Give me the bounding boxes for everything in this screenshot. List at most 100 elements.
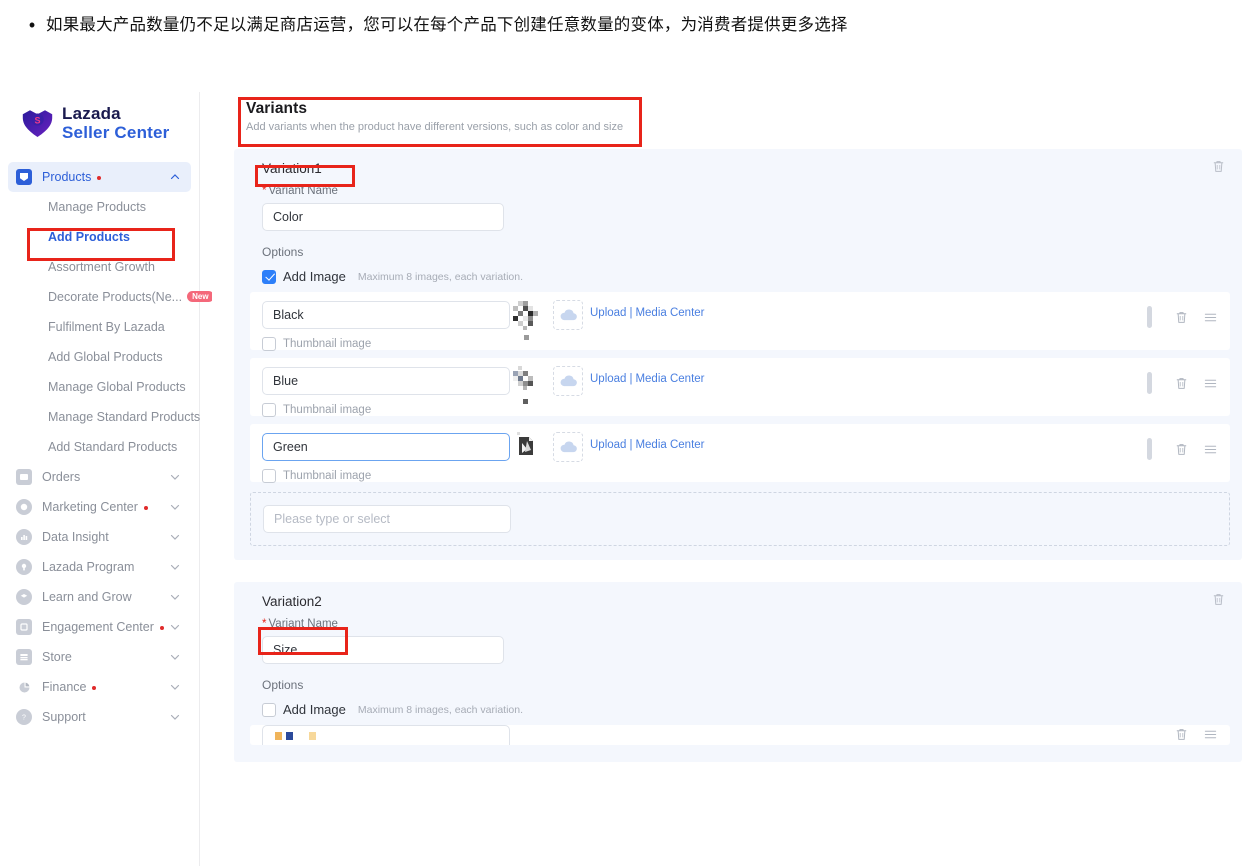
sidebar-item-assortment-growth[interactable]: Assortment Growth: [0, 252, 199, 282]
broken-image-thumbnail-black: [510, 298, 546, 344]
page-subtitle: Add variants when the product have diffe…: [246, 121, 624, 133]
svg-text:S: S: [34, 115, 40, 125]
finance-red-dot: [92, 685, 97, 690]
chevron-down-icon: [169, 501, 181, 513]
drag-handle-blue[interactable]: [1203, 376, 1218, 391]
upload-link-blue[interactable]: Upload: [590, 373, 626, 385]
row-scrollbar-green[interactable]: [1147, 438, 1152, 460]
page-title: Variants: [246, 100, 308, 117]
delete-option-button-partial[interactable]: [1174, 727, 1189, 742]
chevron-up-icon: [169, 171, 181, 183]
thumbnail-image-checkbox-green[interactable]: [262, 469, 276, 483]
row-scrollbar-blue[interactable]: [1147, 372, 1152, 394]
sidebar-item-add-products[interactable]: Add Products: [0, 222, 199, 252]
sidebar-item-add-standard-products[interactable]: Add Standard Products: [0, 432, 199, 462]
variation-2-add-image-label: Add Image: [283, 702, 346, 717]
variation-2-add-image-row: Add Image Maximum 8 images, each variati…: [234, 702, 1242, 717]
sidebar-group-finance[interactable]: Finance: [8, 672, 191, 702]
instruction-note: • 如果最大产品数量仍不足以满足商店运营，您可以在每个产品下创建任意数量的变体，…: [0, 0, 1260, 40]
sidebar-group-products[interactable]: Products: [8, 162, 191, 193]
media-center-link-green[interactable]: Media Center: [635, 439, 704, 451]
sidebar-group-engagement-center-label: Engagement Center: [42, 620, 154, 635]
marketing-icon: [16, 499, 32, 516]
delete-option-button-green[interactable]: [1174, 442, 1189, 457]
sidebar-group-marketing-center[interactable]: Marketing Center: [8, 492, 191, 522]
variation-2-option-row-partial: [250, 725, 1230, 745]
delete-option-button-blue[interactable]: [1174, 376, 1189, 391]
engagement-icon: [16, 619, 32, 636]
program-icon: [16, 559, 32, 576]
sidebar-item-manage-global-products[interactable]: Manage Global Products: [0, 372, 199, 402]
media-center-link-black[interactable]: Media Center: [635, 307, 704, 319]
learn-icon: [16, 589, 32, 606]
option-value-input-green[interactable]: [262, 433, 510, 461]
delete-variation-2-button[interactable]: [1211, 592, 1226, 607]
marketing-red-dot: [143, 505, 148, 510]
sidebar-group-orders[interactable]: Orders: [8, 462, 191, 492]
sidebar-group-data-insight-label: Data Insight: [42, 530, 109, 545]
brand-line-2: Seller Center: [62, 123, 170, 143]
variation-1-add-image-label: Add Image: [283, 269, 346, 284]
chevron-down-icon: [169, 471, 181, 483]
chevron-down-icon: [169, 591, 181, 603]
variation-1-add-image-row: Add Image Maximum 8 images, each variati…: [234, 269, 1242, 284]
note-text: 如果最大产品数量仍不足以满足商店运营，您可以在每个产品下创建任意数量的变体，为消…: [46, 16, 848, 34]
variation-1-variant-name-input[interactable]: [262, 203, 504, 231]
variation-2-variant-name-label: * Variant Name: [262, 618, 338, 630]
upload-link-black[interactable]: Upload: [590, 307, 626, 319]
drag-handle-black[interactable]: [1203, 310, 1218, 325]
sidebar-group-engagement-center[interactable]: Engagement Center: [8, 612, 191, 642]
thumbnail-image-label-green: Thumbnail image: [283, 470, 372, 482]
seller-center-app: S Lazada Seller Center Products Manage P…: [0, 92, 1260, 866]
media-links-green: Upload | Media Center: [590, 439, 705, 451]
chevron-down-icon: [169, 711, 181, 723]
sidebar-group-store[interactable]: Store: [8, 642, 191, 672]
variation-1-add-option-row[interactable]: [250, 492, 1230, 546]
delete-variation-1-button[interactable]: [1211, 159, 1226, 174]
sidebar-item-fulfilment-by-lazada[interactable]: Fulfilment By Lazada: [0, 312, 199, 342]
upload-cloud-button-black[interactable]: [553, 300, 583, 330]
sidebar-item-add-global-products[interactable]: Add Global Products: [0, 342, 199, 372]
upload-link-green[interactable]: Upload: [590, 439, 626, 451]
swatch-blue: [286, 732, 293, 740]
variation-2-add-image-checkbox[interactable]: [262, 702, 276, 717]
option-value-input-black[interactable]: [262, 301, 510, 329]
chevron-down-icon: [169, 561, 181, 573]
sidebar-group-lazada-program[interactable]: Lazada Program: [8, 552, 191, 582]
sidebar-group-support-label: Support: [42, 710, 86, 725]
option-value-input-blue[interactable]: [262, 367, 510, 395]
media-links-black: Upload | Media Center: [590, 307, 705, 319]
drag-handle-green[interactable]: [1203, 442, 1218, 457]
support-icon: ?: [16, 709, 32, 726]
add-option-input[interactable]: [263, 505, 511, 533]
thumbnail-image-checkbox-black[interactable]: [262, 337, 276, 351]
variation-2-variant-name-input[interactable]: [262, 636, 504, 664]
required-asterisk: *: [262, 185, 267, 197]
sidebar-group-orders-label: Orders: [42, 470, 81, 485]
brand-line-1: Lazada: [62, 104, 121, 123]
sidebar-item-decorate-products[interactable]: Decorate Products(Ne... New: [0, 282, 214, 312]
store-icon: [16, 649, 32, 666]
row-scrollbar-black[interactable]: [1147, 306, 1152, 328]
variation-2-title: Variation2: [262, 594, 322, 609]
delete-option-button-black[interactable]: [1174, 310, 1189, 325]
products-red-dot: [97, 175, 102, 180]
sidebar-group-data-insight[interactable]: Data Insight: [8, 522, 191, 552]
thumbnail-image-label-blue: Thumbnail image: [283, 404, 372, 416]
sidebar-item-manage-standard-products[interactable]: Manage Standard Products: [0, 402, 200, 432]
variation-1-add-image-checkbox[interactable]: [262, 269, 276, 284]
broken-image-thumbnail-blue: [510, 364, 546, 410]
sidebar-group-support[interactable]: ? Support: [8, 702, 191, 732]
upload-cloud-button-blue[interactable]: [553, 366, 583, 396]
sidebar-item-manage-products[interactable]: Manage Products: [0, 192, 199, 222]
sidebar-group-learn-and-grow[interactable]: Learn and Grow: [8, 582, 191, 612]
variation-panel-2: Variation2 *Variant Name Options Add Ima…: [234, 582, 1242, 762]
brand-logo[interactable]: S Lazada Seller Center: [0, 92, 199, 152]
upload-cloud-button-green[interactable]: [553, 432, 583, 462]
variation-1-option-row-blue: Thumbnail image: [250, 358, 1230, 417]
drag-handle-partial[interactable]: [1203, 727, 1218, 742]
sidebar-group-learn-and-grow-label: Learn and Grow: [42, 590, 132, 605]
thumbnail-image-checkbox-blue[interactable]: [262, 403, 276, 417]
chevron-down-icon: [169, 621, 181, 633]
media-center-link-blue[interactable]: Media Center: [635, 373, 704, 385]
